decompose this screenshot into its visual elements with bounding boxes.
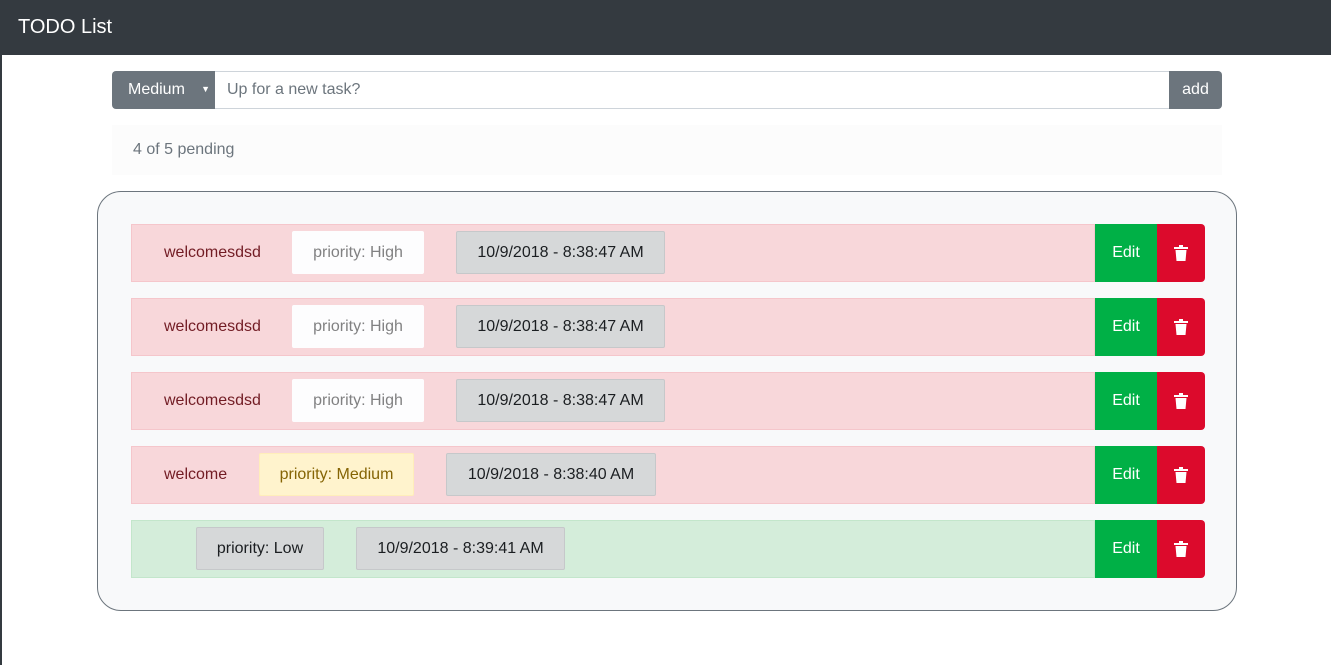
todo-item-body: welcome priority: Medium 10/9/2018 - 8:3… [131, 446, 1095, 504]
todo-item: priority: Low 10/9/2018 - 8:39:41 AM Edi… [131, 520, 1205, 578]
todo-text: welcomesdsd [164, 392, 261, 409]
date-badge: 10/9/2018 - 8:38:47 AM [456, 379, 665, 422]
caret-down-icon: ▼ [201, 84, 210, 94]
priority-select-value: Medium [128, 81, 185, 98]
todo-item: welcomesdsd priority: High 10/9/2018 - 8… [131, 224, 1205, 282]
priority-badge: priority: Low [196, 527, 324, 570]
app-title: TODO List [18, 16, 113, 38]
pending-status: 4 of 5 pending [112, 125, 1222, 175]
delete-button[interactable] [1157, 520, 1205, 578]
date-badge: 10/9/2018 - 8:39:41 AM [356, 527, 565, 570]
priority-badge: priority: High [292, 231, 424, 274]
trash-icon [1174, 467, 1188, 483]
priority-select[interactable]: Medium ▼ [112, 71, 215, 109]
todo-text: welcomesdsd [164, 318, 261, 335]
delete-button[interactable] [1157, 372, 1205, 430]
todo-item-body: welcomesdsd priority: High 10/9/2018 - 8… [131, 372, 1095, 430]
todo-item: welcomesdsd priority: High 10/9/2018 - 8… [131, 298, 1205, 356]
delete-button[interactable] [1157, 446, 1205, 504]
date-badge: 10/9/2018 - 8:38:47 AM [456, 231, 665, 274]
todo-item: welcome priority: Medium 10/9/2018 - 8:3… [131, 446, 1205, 504]
date-badge: 10/9/2018 - 8:38:40 AM [446, 453, 656, 496]
new-task-input[interactable] [215, 71, 1169, 109]
edit-button[interactable]: Edit [1095, 520, 1157, 578]
page: TODO List Medium ▼ add 4 of 5 pending we… [0, 0, 1331, 665]
edit-button[interactable]: Edit [1095, 372, 1157, 430]
trash-icon [1174, 319, 1188, 335]
priority-badge: priority: High [292, 379, 424, 422]
edit-button[interactable]: Edit [1095, 446, 1157, 504]
trash-icon [1174, 541, 1188, 557]
priority-badge: priority: High [292, 305, 424, 348]
todo-item-body: welcomesdsd priority: High 10/9/2018 - 8… [131, 224, 1095, 282]
date-badge: 10/9/2018 - 8:38:47 AM [456, 305, 665, 348]
add-task-form: Medium ▼ add [112, 71, 1222, 109]
todo-text: welcomesdsd [164, 244, 261, 261]
trash-icon [1174, 245, 1188, 261]
todo-item-body: welcomesdsd priority: High 10/9/2018 - 8… [131, 298, 1095, 356]
todo-item: welcomesdsd priority: High 10/9/2018 - 8… [131, 372, 1205, 430]
edit-button[interactable]: Edit [1095, 224, 1157, 282]
priority-badge: priority: Medium [259, 453, 414, 496]
todo-text: welcome [164, 466, 228, 483]
delete-button[interactable] [1157, 224, 1205, 282]
add-button[interactable]: add [1169, 71, 1222, 109]
todo-list: welcomesdsd priority: High 10/9/2018 - 8… [97, 191, 1237, 611]
navbar: TODO List [2, 0, 1331, 55]
pending-count-text: 4 of 5 pending [133, 141, 235, 158]
todo-item-body: priority: Low 10/9/2018 - 8:39:41 AM [131, 520, 1095, 578]
edit-button[interactable]: Edit [1095, 298, 1157, 356]
delete-button[interactable] [1157, 298, 1205, 356]
trash-icon [1174, 393, 1188, 409]
